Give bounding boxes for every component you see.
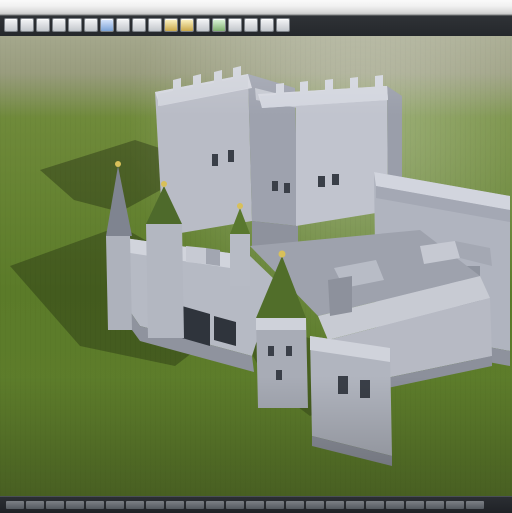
status-segment [46, 501, 64, 509]
status-segment [266, 501, 284, 509]
status-segment [446, 501, 464, 509]
status-segment [206, 501, 224, 509]
print-button[interactable] [52, 18, 66, 32]
status-segment [286, 501, 304, 509]
status-segment [186, 501, 204, 509]
undo-button[interactable] [68, 18, 82, 32]
status-segment [126, 501, 144, 509]
status-segment [106, 501, 124, 509]
status-segment [386, 501, 404, 509]
castle-render [10, 66, 510, 466]
southeast-tower [310, 336, 392, 466]
status-bar [0, 496, 512, 513]
save-button[interactable] [36, 18, 50, 32]
status-segments [6, 499, 506, 511]
status-segment [86, 501, 104, 509]
status-segment [246, 501, 264, 509]
help-button[interactable] [276, 18, 290, 32]
status-segment [406, 501, 424, 509]
light-button[interactable] [180, 18, 194, 32]
redo-button[interactable] [84, 18, 98, 32]
toolbar-buttons [4, 16, 294, 34]
render-button[interactable] [212, 18, 226, 32]
status-segment [466, 501, 484, 509]
status-segment [226, 501, 244, 509]
folder-open-button[interactable] [20, 18, 34, 32]
status-segment [306, 501, 324, 509]
status-segment [366, 501, 384, 509]
status-segment [426, 501, 444, 509]
rotate-button[interactable] [132, 18, 146, 32]
status-segment [166, 501, 184, 509]
select-button[interactable] [100, 18, 114, 32]
grid-button[interactable] [228, 18, 242, 32]
move-button[interactable] [116, 18, 130, 32]
status-segment [6, 501, 24, 509]
file-new-button[interactable] [4, 18, 18, 32]
status-segment [346, 501, 364, 509]
status-segment [326, 501, 344, 509]
settings-button[interactable] [260, 18, 274, 32]
snap-button[interactable] [244, 18, 258, 32]
status-segment [146, 501, 164, 509]
status-segment [26, 501, 44, 509]
top-toolbar [0, 0, 512, 36]
scale-button[interactable] [148, 18, 162, 32]
status-segment [66, 501, 84, 509]
material-button[interactable] [164, 18, 178, 32]
camera-button[interactable] [196, 18, 210, 32]
3d-viewport[interactable] [0, 36, 512, 496]
